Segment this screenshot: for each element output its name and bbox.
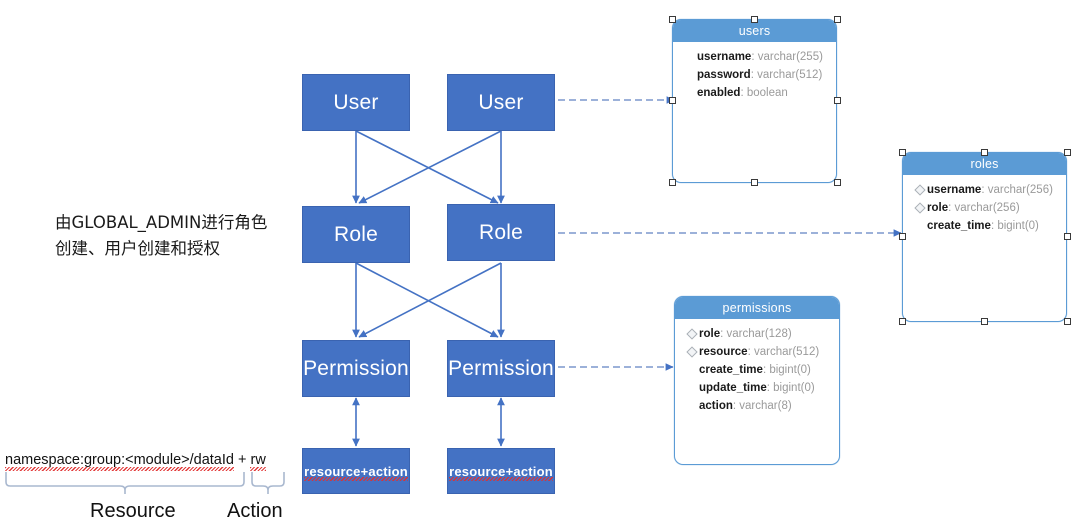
column-type: : varchar(128) xyxy=(720,328,792,340)
column-name: create_time xyxy=(699,364,763,376)
selection-handle[interactable] xyxy=(899,233,906,240)
column-type: : varchar(512) xyxy=(750,69,823,81)
selection-handle[interactable] xyxy=(669,179,676,186)
edge-user-right-to-role-left xyxy=(358,130,502,204)
flow-box-label: Role xyxy=(479,221,523,244)
primary-key-icon xyxy=(913,202,927,214)
column-name: update_time xyxy=(699,382,767,394)
edge-user-left-to-role-right xyxy=(355,130,499,204)
selection-handle[interactable] xyxy=(751,179,758,186)
er-column-row: username : varchar(255) xyxy=(673,48,836,66)
er-column-row: update_time : bigint(0) xyxy=(675,379,839,397)
selection-handle[interactable] xyxy=(834,97,841,104)
er-column-row: resource : varchar(512) xyxy=(675,343,839,361)
column-type: : varchar(8) xyxy=(732,400,792,412)
er-table-header: users xyxy=(673,20,836,42)
flow-box-label: Permission xyxy=(448,357,554,380)
er-table-columns: role : varchar(128) resource : varchar(5… xyxy=(675,319,839,415)
column-name: create_time xyxy=(927,220,991,232)
selection-handle[interactable] xyxy=(899,318,906,325)
formula-resource-part: namespace:group:<module>/dataId xyxy=(5,452,234,471)
er-table-columns: username : varchar(256) role : varchar(2… xyxy=(903,175,1066,235)
brace-label-resource: Resource xyxy=(90,500,176,522)
er-table-permissions[interactable]: permissions role : varchar(128) resource… xyxy=(674,296,840,465)
flow-box-user-right[interactable]: User xyxy=(447,74,555,131)
column-name: username xyxy=(927,184,982,196)
er-column-row: username : varchar(256) xyxy=(903,181,1066,199)
er-table-roles[interactable]: roles username : varchar(256) role : var… xyxy=(902,152,1067,322)
selection-handle[interactable] xyxy=(981,318,988,325)
edge-role-right-to-permission-left xyxy=(358,262,502,338)
flow-box-label: User xyxy=(333,91,379,114)
er-table-columns: username : varchar(255) password : varch… xyxy=(673,42,836,102)
column-name: action xyxy=(699,400,733,412)
selection-handle[interactable] xyxy=(1064,233,1071,240)
column-type: : boolean xyxy=(740,87,788,99)
selection-handle[interactable] xyxy=(669,16,676,23)
column-type: : varchar(256) xyxy=(981,184,1053,196)
er-column-row: password : varchar(512) xyxy=(673,66,836,84)
flow-box-permission-right[interactable]: Permission xyxy=(447,340,555,397)
column-type: : bigint(0) xyxy=(990,220,1039,232)
flow-box-role-right[interactable]: Role xyxy=(447,204,555,261)
er-table-users[interactable]: users username : varchar(255) password :… xyxy=(672,19,837,183)
brace-resource xyxy=(5,472,245,494)
selection-handle[interactable] xyxy=(1064,149,1071,156)
selection-handle[interactable] xyxy=(669,97,676,104)
column-name: enabled xyxy=(697,87,741,99)
er-column-row: role : varchar(128) xyxy=(675,325,839,343)
diagram-canvas: 由GLOBAL_ADMIN进行角色创建、用户创建和授权 User User Ro… xyxy=(0,0,1080,531)
flow-box-role-left[interactable]: Role xyxy=(302,206,410,263)
column-name: password xyxy=(697,69,751,81)
flow-box-label: resource+action xyxy=(304,463,408,481)
er-column-row: role : varchar(256) xyxy=(903,199,1066,217)
column-name: role xyxy=(927,202,949,214)
er-table-header: roles xyxy=(903,153,1066,175)
flow-box-label: Role xyxy=(334,223,378,246)
permission-format-formula: namespace:group:<module>/dataId + rw xyxy=(5,452,267,471)
er-column-row: create_time : bigint(0) xyxy=(903,217,1066,235)
primary-key-icon xyxy=(685,346,699,358)
primary-key-icon xyxy=(685,328,699,340)
column-type: : bigint(0) xyxy=(766,382,815,394)
formula-action-part: rw xyxy=(250,452,267,471)
chinese-annotation: 由GLOBAL_ADMIN进行角色创建、用户创建和授权 xyxy=(55,213,268,258)
column-type: : varchar(512) xyxy=(747,346,820,358)
er-column-row: action : varchar(8) xyxy=(675,397,839,415)
column-name: resource xyxy=(699,346,748,358)
flow-box-permission-left[interactable]: Permission xyxy=(302,340,410,397)
selection-handle[interactable] xyxy=(899,149,906,156)
er-column-row: create_time : bigint(0) xyxy=(675,361,839,379)
brace-action xyxy=(251,472,285,494)
brace-label-action: Action xyxy=(227,500,283,522)
selection-handle[interactable] xyxy=(751,16,758,23)
selection-handle[interactable] xyxy=(834,179,841,186)
flow-box-label: User xyxy=(478,91,524,114)
column-type: : bigint(0) xyxy=(762,364,811,376)
primary-key-icon xyxy=(913,184,927,196)
selection-handle[interactable] xyxy=(834,16,841,23)
er-column-row: enabled : boolean xyxy=(673,84,836,102)
flow-box-resource-action-left[interactable]: resource+action xyxy=(302,448,410,494)
flow-box-label: resource+action xyxy=(449,463,553,481)
selection-handle[interactable] xyxy=(1064,318,1071,325)
flow-box-resource-action-right[interactable]: resource+action xyxy=(447,448,555,494)
column-type: : varchar(256) xyxy=(948,202,1020,214)
column-name: role xyxy=(699,328,721,340)
flow-box-user-left[interactable]: User xyxy=(302,74,410,131)
er-table-header: permissions xyxy=(675,297,839,319)
selection-handle[interactable] xyxy=(981,149,988,156)
flow-box-label: Permission xyxy=(303,357,409,380)
formula-plus: + xyxy=(233,452,251,468)
column-name: username xyxy=(697,51,752,63)
column-type: : varchar(255) xyxy=(751,51,823,63)
edge-role-left-to-permission-right xyxy=(355,262,499,338)
